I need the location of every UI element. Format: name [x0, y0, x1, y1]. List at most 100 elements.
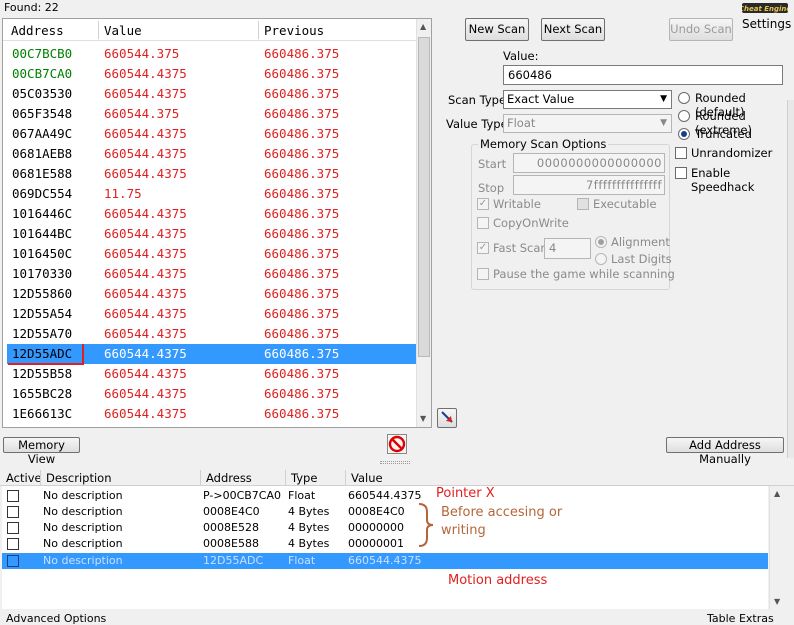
unrandomizer-checkbox[interactable]	[675, 147, 687, 159]
col-type[interactable]: Type	[291, 471, 317, 485]
pause-game-checkbox[interactable]	[477, 268, 489, 280]
table-row[interactable]: No description 0008E528 4 Bytes 00000000	[2, 520, 768, 536]
header-previous[interactable]: Previous	[264, 23, 324, 38]
annotation-before-line2: writing	[441, 523, 486, 538]
table-cell-value: 660544.4375	[348, 554, 422, 567]
result-row[interactable]: 0681AEB8 660544.4375 660486.375	[7, 144, 417, 164]
table-cell-description: No description	[43, 554, 123, 567]
result-row[interactable]: 12D55A70 660544.4375 660486.375	[7, 324, 417, 344]
active-checkbox[interactable]	[7, 555, 19, 567]
table-row[interactable]: No description P->00CB7CA0 Float 660544.437…	[2, 488, 768, 504]
result-row[interactable]: 05C03530 660544.4375 660486.375	[7, 84, 417, 104]
table-row[interactable]: No description 0008E588 4 Bytes 00000001	[2, 536, 768, 552]
writable-checkbox[interactable]: ✓	[477, 198, 489, 210]
add-address-manually-button[interactable]: Add Address Manually	[666, 437, 784, 466]
address-table-scrollbar[interactable]: ▲ ▼	[769, 486, 785, 609]
col-description[interactable]: Description	[46, 471, 112, 485]
last-digits-radio[interactable]	[595, 253, 607, 265]
result-row[interactable]: 12D55860 660544.4375 660486.375	[7, 284, 417, 304]
result-row[interactable]: 101644BC 660544.4375 660486.375	[7, 224, 417, 244]
result-row[interactable]: 1016450C 660544.4375 660486.375	[7, 244, 417, 264]
new-scan-button[interactable]: New Scan	[465, 18, 529, 41]
table-extras-link[interactable]: Table Extras	[707, 612, 774, 625]
fast-scan-checkbox[interactable]: ✓	[477, 242, 489, 254]
active-checkbox[interactable]	[7, 538, 19, 550]
active-checkbox[interactable]	[7, 490, 19, 502]
result-address: 12D55A54	[12, 306, 73, 321]
active-checkbox[interactable]	[7, 506, 19, 518]
right-panel-scrollbar[interactable]	[787, 100, 794, 458]
result-row[interactable]: 00CB7CA0 660544.4375 660486.375	[7, 64, 417, 84]
result-address: 0681AEB8	[12, 146, 73, 161]
result-row[interactable]: 067AA49C 660544.4375 660486.375	[7, 124, 417, 144]
value-type-label: Value Type	[446, 117, 508, 131]
result-row[interactable]: 0681E588 660544.4375 660486.375	[7, 164, 417, 184]
result-address: 00C7BCB0	[12, 46, 73, 61]
annotation-pointer: Pointer X	[436, 486, 495, 501]
col-value[interactable]: Value	[351, 471, 383, 485]
scan-type-select[interactable]: Exact Value ▼	[503, 90, 672, 109]
result-row[interactable]: 12D55B58 660544.4375 660486.375	[7, 364, 417, 384]
result-previous: 660486.375	[264, 86, 340, 101]
settings-link[interactable]: Settings	[742, 17, 791, 31]
result-row[interactable]: 12D55ADC 660544.4375 660486.375	[7, 344, 417, 365]
pointer-scan-button[interactable]	[437, 408, 457, 428]
result-row[interactable]: 069DC554 11.75 660486.375	[7, 184, 417, 204]
executable-checkbox[interactable]	[577, 198, 589, 210]
rounded-default-radio[interactable]	[678, 92, 690, 104]
result-value: 660544.375	[104, 106, 180, 121]
result-row[interactable]: 10170330 660544.4375 660486.375	[7, 264, 417, 284]
cheat-engine-logo-icon[interactable]: Cheat Engine	[739, 1, 791, 15]
header-value[interactable]: Value	[104, 23, 142, 38]
result-row[interactable]: 065F3548 660544.375 660486.375	[7, 104, 417, 124]
start-label: Start	[478, 157, 507, 171]
col-address[interactable]: Address	[206, 471, 252, 485]
next-scan-button[interactable]: Next Scan	[541, 18, 605, 41]
svg-text:Cheat Engine: Cheat Engine	[742, 5, 788, 13]
results-list[interactable]: Address Value Previous 00C7BCB0 660544.37…	[2, 18, 432, 428]
header-address[interactable]: Address	[11, 23, 64, 38]
result-previous: 660486.375	[264, 46, 340, 61]
speedhack-checkbox[interactable]	[675, 167, 687, 179]
chevron-down-icon: ▼	[660, 94, 667, 104]
table-row[interactable]: No description 0008E4C0 4 Bytes 0008E4C0	[2, 504, 768, 520]
memory-view-button[interactable]: Memory View	[3, 437, 80, 466]
table-cell-type: 4 Bytes	[288, 521, 330, 534]
value-input[interactable]: 660486	[503, 65, 783, 85]
table-cell-type: 4 Bytes	[288, 537, 330, 550]
result-row[interactable]: 1655BC28 660544.4375 660486.375	[7, 384, 417, 404]
truncated-radio[interactable]	[678, 128, 690, 140]
copy-on-write-checkbox[interactable]	[477, 217, 489, 229]
results-header: Address Value Previous	[3, 19, 418, 41]
value-type-select[interactable]: Float ▼	[503, 114, 672, 133]
table-cell-description: No description	[43, 489, 123, 502]
panel-splitter[interactable]	[380, 461, 410, 464]
advanced-options-link[interactable]: Advanced Options	[6, 612, 106, 625]
stop-address-input[interactable]: 7fffffffffffffff	[513, 175, 665, 195]
result-address: 065F3548	[12, 106, 73, 121]
result-value: 660544.4375	[104, 166, 187, 181]
rounded-extreme-radio[interactable]	[678, 110, 690, 122]
result-address: 1E66613C	[12, 406, 73, 421]
result-value: 660544.4375	[104, 246, 187, 261]
table-cell-value: 0008E4C0	[348, 505, 405, 518]
result-row[interactable]: 12D55A54 660544.4375 660486.375	[7, 304, 417, 324]
result-row[interactable]: 1016446C 660544.4375 660486.375	[7, 204, 417, 224]
table-cell-address: 0008E588	[203, 537, 259, 550]
start-address-input[interactable]: 0000000000000000	[513, 153, 665, 173]
result-address: 101644BC	[12, 226, 73, 241]
stop-icon[interactable]	[387, 434, 407, 454]
table-row[interactable]: No description 12D55ADC Float 660544.4375	[2, 553, 768, 569]
result-row[interactable]: 00C7BCB0 660544.375 660486.375	[7, 44, 417, 64]
address-table[interactable]: No description P->00CB7CA0 Float 660544.437…	[2, 486, 768, 609]
result-value: 660544.4375	[104, 286, 187, 301]
alignment-radio[interactable]	[595, 236, 607, 248]
fast-scan-input[interactable]: 4	[544, 238, 591, 259]
col-active[interactable]: Active	[6, 471, 42, 485]
active-checkbox[interactable]	[7, 522, 19, 534]
result-row[interactable]: 1E66613C 660544.4375 660486.375	[7, 404, 417, 424]
pointer-arrow-icon	[441, 411, 453, 423]
undo-scan-button[interactable]: Undo Scan	[669, 18, 733, 41]
results-scrollbar[interactable]: ▲ ▼	[416, 19, 431, 427]
result-address: 0681E588	[12, 166, 73, 181]
